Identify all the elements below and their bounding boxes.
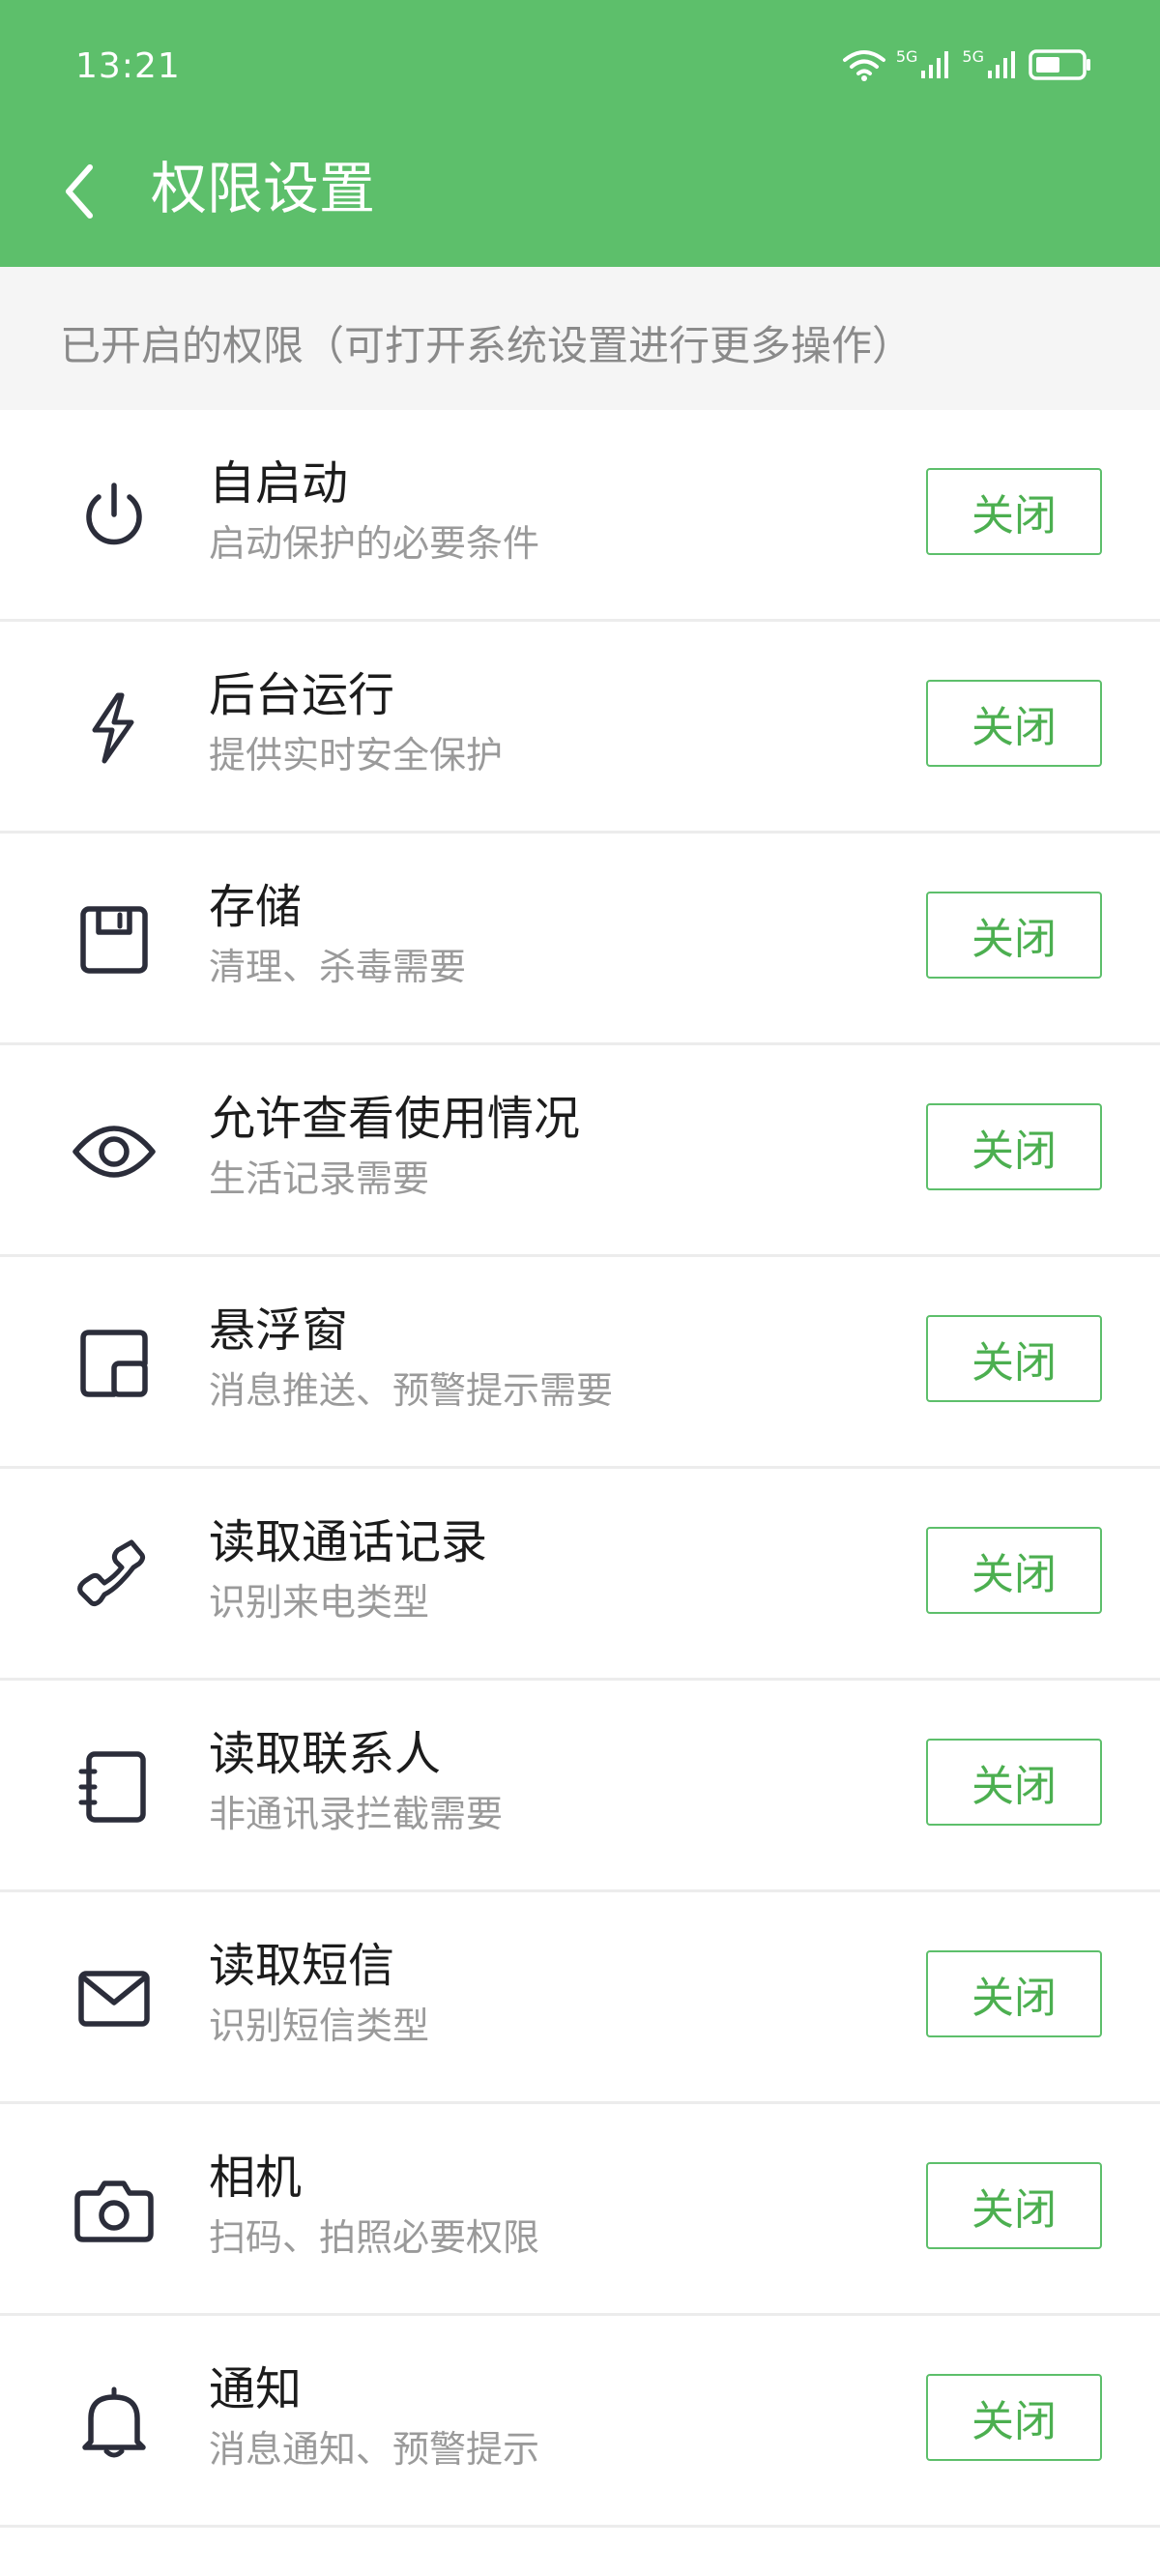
close-permission-button[interactable]: 关闭 [926,1950,1102,2037]
permission-title: 通知 [209,2362,303,2416]
permission-title: 自启动 [209,456,349,511]
signal-icon: 5G [962,49,1019,80]
page-title: 权限设置 [151,156,376,221]
permission-title: 读取通话记录 [209,1515,488,1569]
network-label-2: 5G [962,47,984,66]
permission-subtitle: 生活记录需要 [209,1157,430,1200]
close-permission-button[interactable]: 关闭 [926,1527,1102,1614]
permission-row-contacts: 读取联系人 非通讯录拦截需要 关闭 [0,1681,1160,1892]
lightning-icon [70,684,159,773]
permission-row-camera: 相机 扫码、拍照必要权限 关闭 [0,2104,1160,2316]
status-icons: 5G 5G [842,48,1092,81]
camera-icon [70,2166,159,2255]
permission-title: 悬浮窗 [209,1303,349,1358]
permission-row-autostart: 自启动 启动保护的必要条件 关闭 [0,410,1160,622]
eye-icon [70,1107,159,1196]
permission-row-call-log: 读取通话记录 识别来电类型 关闭 [0,1469,1160,1681]
permission-title: 读取短信 [209,1939,395,1993]
floating-window-icon [70,1319,159,1408]
permission-subtitle: 消息推送、预警提示需要 [209,1369,614,1412]
phone-icon [70,1531,159,1620]
contacts-book-icon [70,1742,159,1831]
power-icon [70,472,159,561]
close-permission-button[interactable]: 关闭 [926,1739,1102,1826]
permission-row-sms: 读取短信 识别短信类型 关闭 [0,1892,1160,2104]
chevron-left-icon [63,163,96,223]
battery-icon [1029,48,1092,81]
permission-title: 读取联系人 [209,1727,442,1781]
permission-subtitle: 提供实时安全保护 [209,734,504,776]
close-permission-button[interactable]: 关闭 [926,892,1102,979]
signal-icon: 5G [896,49,953,80]
permission-subtitle: 扫码、拍照必要权限 [209,2216,540,2259]
bell-icon [70,2378,159,2467]
permission-row-background: 后台运行 提供实时安全保护 关闭 [0,622,1160,834]
permission-subtitle: 识别短信类型 [209,2005,430,2047]
permission-list: 自启动 启动保护的必要条件 关闭 后台运行 提供实时安全保护 关闭 存储 清理、… [0,410,1160,2528]
back-button[interactable] [50,155,108,232]
permission-title: 后台运行 [209,668,395,722]
permission-row-storage: 存储 清理、杀毒需要 关闭 [0,834,1160,1045]
close-permission-button[interactable]: 关闭 [926,2162,1102,2249]
permission-title: 相机 [209,2151,303,2205]
envelope-icon [70,1954,159,2043]
network-label-1: 5G [895,47,918,66]
floppy-disk-icon [70,895,159,984]
permission-title: 允许查看使用情况 [209,1092,581,1146]
notice-bar: 已开启的权限（可打开系统设置进行更多操作） [0,267,1160,410]
close-permission-button[interactable]: 关闭 [926,1103,1102,1190]
permission-subtitle: 清理、杀毒需要 [209,946,467,988]
notice-text: 已开启的权限（可打开系统设置进行更多操作） [60,322,914,369]
permission-title: 存储 [209,880,303,934]
permission-row-floating-window: 悬浮窗 消息推送、预警提示需要 关闭 [0,1257,1160,1469]
close-permission-button[interactable]: 关闭 [926,680,1102,767]
permission-row-usage: 允许查看使用情况 生活记录需要 关闭 [0,1045,1160,1257]
close-permission-button[interactable]: 关闭 [926,1315,1102,1402]
permission-subtitle: 消息通知、预警提示 [209,2428,540,2471]
permission-subtitle: 识别来电类型 [209,1581,430,1624]
app-header: 13:21 5G 5G 权限设置 [0,0,1160,267]
permission-row-notification: 通知 消息通知、预警提示 关闭 [0,2316,1160,2528]
permission-subtitle: 非通讯录拦截需要 [209,1793,504,1835]
close-permission-button[interactable]: 关闭 [926,2374,1102,2461]
permission-subtitle: 启动保护的必要条件 [209,522,540,565]
close-permission-button[interactable]: 关闭 [926,468,1102,555]
status-time: 13:21 [75,46,181,86]
wifi-icon [842,48,886,81]
